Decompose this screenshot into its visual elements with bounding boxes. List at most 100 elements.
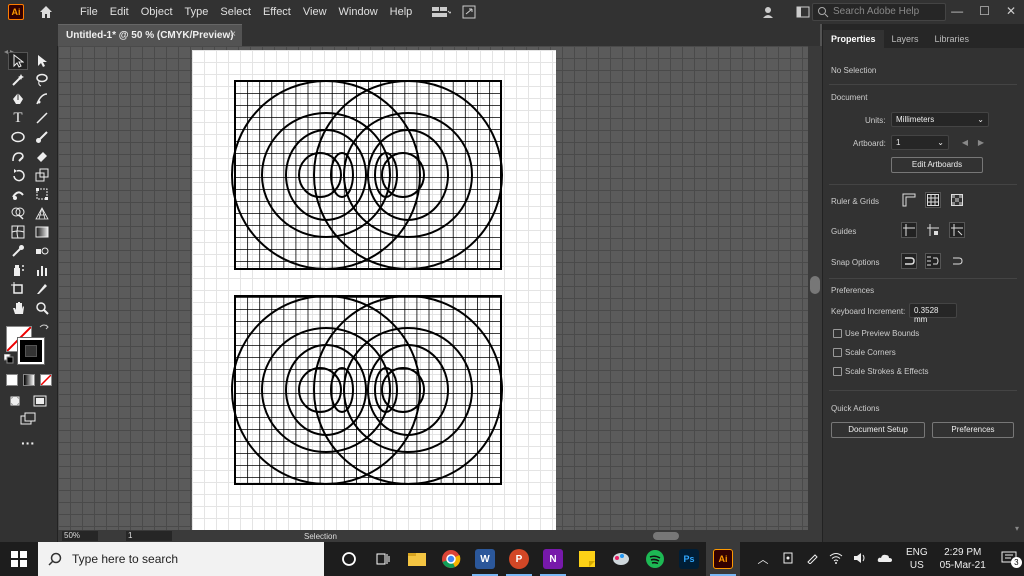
transparency-grid-icon[interactable] — [949, 192, 965, 208]
menu-window[interactable]: Window — [339, 6, 378, 18]
spotify-icon[interactable] — [638, 542, 672, 576]
horizontal-scroll-thumb[interactable] — [653, 532, 679, 540]
snap-to-pixel-icon[interactable] — [925, 253, 941, 269]
onenote-icon[interactable]: N — [536, 542, 570, 576]
draw-normal-icon[interactable] — [6, 392, 26, 410]
artboard-navigation-field[interactable]: 1 — [126, 531, 172, 541]
show-guides-icon[interactable] — [901, 222, 917, 238]
next-artboard-icon[interactable]: ▶ — [973, 134, 989, 150]
illustrator-icon[interactable]: Ai — [706, 542, 740, 576]
clock[interactable]: 2:29 PM 05-Mar-21 — [940, 546, 986, 572]
artwork-group-bottom[interactable] — [231, 295, 503, 485]
word-icon[interactable]: W — [468, 542, 502, 576]
slice-tool-icon[interactable] — [32, 280, 52, 298]
direct-selection-tool-icon[interactable] — [32, 52, 52, 70]
tab-libraries[interactable]: Libraries — [927, 30, 978, 48]
scale-strokes-effects-checkbox[interactable] — [833, 367, 842, 376]
shaper-tool-icon[interactable] — [8, 147, 28, 165]
close-button[interactable]: ✕ — [1006, 4, 1016, 18]
symbol-sprayer-tool-icon[interactable] — [8, 261, 28, 279]
pen-workspace-icon[interactable] — [800, 552, 824, 567]
screen-mode-icon[interactable] — [30, 392, 50, 410]
type-tool-icon[interactable]: T — [8, 109, 28, 127]
shape-builder-tool-icon[interactable] — [8, 204, 28, 222]
notifications-icon[interactable]: 3 — [994, 551, 1024, 568]
use-preview-bounds-checkbox[interactable] — [833, 329, 842, 338]
artboard-tool-icon[interactable] — [8, 280, 28, 298]
gradient-tool-icon[interactable] — [32, 223, 52, 241]
paintbrush-tool-icon[interactable] — [32, 128, 52, 146]
menu-file[interactable]: File — [80, 6, 98, 18]
blend-tool-icon[interactable] — [32, 242, 52, 260]
eyedropper-tool-icon[interactable] — [8, 242, 28, 260]
help-search-input[interactable]: Search Adobe Help — [812, 3, 946, 21]
chrome-icon[interactable] — [434, 542, 468, 576]
column-graph-tool-icon[interactable] — [32, 261, 52, 279]
home-icon[interactable] — [38, 4, 54, 20]
rotate-tool-icon[interactable] — [8, 166, 28, 184]
canvas[interactable] — [58, 46, 808, 530]
powerpoint-icon[interactable]: P — [502, 542, 536, 576]
swap-fill-stroke-icon[interactable] — [38, 322, 50, 334]
menu-object[interactable]: Object — [141, 6, 173, 18]
more-tools-icon[interactable]: ··· — [18, 434, 38, 452]
volume-icon[interactable] — [848, 552, 872, 567]
panel-scroll-down-icon[interactable]: ▾ — [1015, 524, 1019, 533]
arrange-documents-icon[interactable] — [430, 4, 452, 20]
gradient-mode-icon[interactable] — [23, 374, 35, 386]
language-indicator[interactable]: ENG US — [906, 546, 928, 572]
cortana-icon[interactable] — [332, 542, 366, 576]
menu-select[interactable]: Select — [220, 6, 251, 18]
scale-corners-checkbox[interactable] — [833, 348, 842, 357]
document-tab-close[interactable]: × — [230, 29, 236, 40]
windows-start-icon[interactable] — [0, 542, 38, 576]
keyboard-increment-input[interactable]: 0.3528 mm — [909, 303, 957, 324]
mesh-tool-icon[interactable] — [8, 223, 28, 241]
taskbar-search-input[interactable]: Type here to search — [38, 542, 324, 576]
grid-icon[interactable] — [925, 192, 941, 208]
tab-properties[interactable]: Properties — [823, 30, 884, 48]
free-transform-tool-icon[interactable] — [32, 185, 52, 203]
none-mode-icon[interactable] — [40, 374, 52, 386]
previous-artboard-icon[interactable]: ◀ — [957, 134, 973, 150]
maximize-button[interactable]: ☐ — [979, 4, 990, 18]
ruler-icon[interactable] — [901, 192, 917, 208]
snap-to-glyph-icon[interactable] — [949, 253, 965, 269]
default-fill-stroke-icon[interactable] — [4, 354, 14, 364]
file-explorer-icon[interactable] — [400, 542, 434, 576]
artwork[interactable] — [58, 46, 808, 530]
ellipse-tool-icon[interactable] — [8, 128, 28, 146]
color-mode-icon[interactable] — [6, 374, 18, 386]
menu-view[interactable]: View — [303, 6, 327, 18]
workspace-icon[interactable] — [792, 4, 814, 20]
sticky-notes-icon[interactable] — [570, 542, 604, 576]
warp-tool-icon[interactable] — [8, 185, 28, 203]
line-tool-icon[interactable] — [32, 109, 52, 127]
device-icon[interactable] — [776, 552, 800, 567]
change-screen-mode-icon[interactable] — [18, 410, 38, 428]
selection-tool-icon[interactable] — [8, 52, 28, 70]
menu-effect[interactable]: Effect — [263, 6, 291, 18]
tab-layers[interactable]: Layers — [884, 30, 927, 48]
smart-guides-icon[interactable] — [949, 222, 965, 238]
show-hidden-icons-icon[interactable]: ︿ — [750, 551, 776, 567]
menu-type[interactable]: Type — [185, 6, 209, 18]
units-select[interactable]: Millimeters ⌄ — [891, 112, 989, 127]
hand-tool-icon[interactable] — [8, 299, 28, 317]
menu-help[interactable]: Help — [390, 6, 413, 18]
preferences-button[interactable]: Preferences — [932, 422, 1014, 438]
photoshop-icon[interactable]: Ps — [672, 542, 706, 576]
pen-tool-icon[interactable] — [8, 90, 28, 108]
lasso-tool-icon[interactable] — [32, 71, 52, 89]
zoom-level-field[interactable]: 50% — [62, 531, 98, 541]
snap-to-point-icon[interactable] — [901, 253, 917, 269]
stroke-swatch[interactable] — [18, 338, 44, 364]
perspective-grid-tool-icon[interactable] — [32, 204, 52, 222]
minimize-button[interactable]: — — [951, 4, 963, 18]
scale-tool-icon[interactable] — [32, 166, 52, 184]
eraser-tool-icon[interactable] — [32, 147, 52, 165]
onedrive-icon[interactable] — [872, 553, 898, 566]
vertical-scrollbar[interactable] — [808, 46, 822, 542]
magic-wand-tool-icon[interactable] — [8, 71, 28, 89]
curvature-tool-icon[interactable] — [32, 90, 52, 108]
